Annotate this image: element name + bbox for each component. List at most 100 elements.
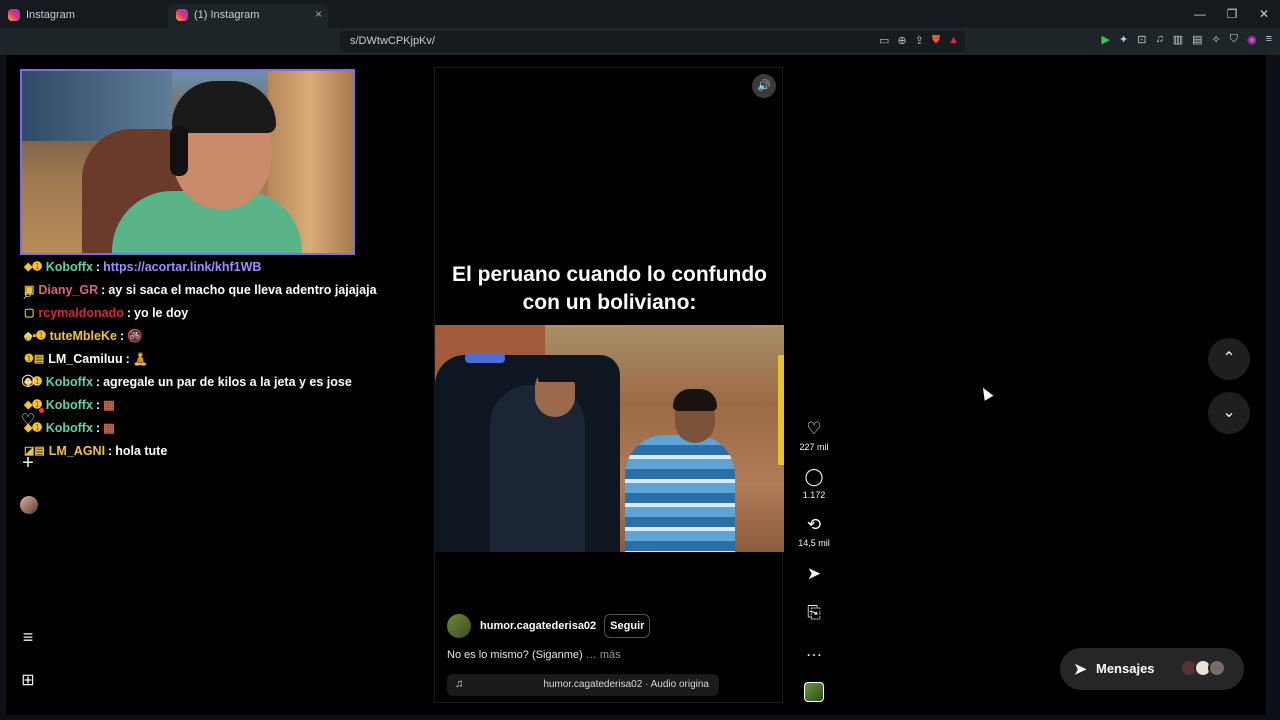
- like-button[interactable]: ♡ 227 mil: [794, 420, 834, 453]
- chat-username: Koboffx: [45, 397, 93, 412]
- reel-player[interactable]: 🔊 El peruano cuando lo confundo con un b…: [434, 67, 784, 703]
- comment-button[interactable]: ◯ 1.172: [794, 467, 834, 501]
- send-icon: ➤: [806, 564, 822, 583]
- messages-label: Mensajes: [1096, 661, 1155, 676]
- tab-close-icon[interactable]: ×: [315, 7, 322, 21]
- author-avatar[interactable]: [447, 614, 471, 638]
- chat-username: LM_AGNI: [48, 443, 106, 458]
- menu-icon[interactable]: ≡: [18, 627, 38, 648]
- chat-username: Koboffx: [45, 420, 93, 435]
- chat-message: ◆▪➊ tuteMbleKe : 🚳: [24, 324, 364, 347]
- chat-message: ◆➊ Koboffx : ▦: [24, 393, 364, 416]
- audio-thumbnail[interactable]: [804, 682, 824, 702]
- url-icons: ▭ ⊕ ⇪ ⛊ ▲: [879, 34, 959, 47]
- author-row: humor.cagatederisa02 Seguir: [447, 613, 772, 639]
- instagram-favicon-icon: [8, 9, 20, 21]
- music-icon[interactable]: ♫: [1155, 33, 1163, 46]
- more-apps-icon[interactable]: ⊞: [18, 670, 38, 690]
- chat-message: ▣ Diany_GR : ay si saca el macho que lle…: [24, 278, 377, 301]
- chat-link[interactable]: https://acortar.link/khf1WB: [103, 257, 261, 277]
- chat-emote: ▦: [103, 397, 115, 412]
- comment-icon: ◯: [804, 467, 824, 486]
- scene-officer: [490, 385, 585, 552]
- sidebar-icon[interactable]: ▥: [1173, 33, 1183, 46]
- chat-emote: ▦: [103, 420, 115, 435]
- chat-username: rcymaldonado: [38, 305, 124, 320]
- scene-yellow-post: [778, 355, 784, 465]
- share-icon[interactable]: ⇪: [915, 34, 924, 47]
- profile-avatar[interactable]: [20, 496, 38, 514]
- cam-person-hair: [172, 81, 276, 133]
- scene-siren-light: [465, 353, 505, 363]
- chat-message: ◪▤ LM_AGNI : hola tute: [24, 439, 364, 462]
- chat-separator: :: [95, 259, 101, 274]
- save-button[interactable]: ⎘: [794, 604, 834, 622]
- address-bar[interactable]: s/DWtwCPKjpKv/ ▭ ⊕ ⇪ ⛊ ▲: [340, 31, 965, 52]
- puzzle-icon[interactable]: ✦: [1119, 33, 1128, 46]
- chat-message: ◆➊ Koboffx : ▦: [24, 416, 364, 439]
- more-link[interactable]: … más: [586, 649, 621, 661]
- chat-username: LM_Camiluu: [48, 351, 123, 366]
- vpn-icon[interactable]: ⛉: [1230, 33, 1238, 46]
- cam-headset: [170, 126, 188, 176]
- window-controls: — ❐ ✕: [1184, 0, 1280, 28]
- scene-officer-cap: [538, 360, 590, 382]
- chat-text: ay si saca el macho que lleva adentro ja…: [108, 282, 377, 297]
- chat-separator: :: [95, 397, 101, 412]
- send-icon: ➤: [1074, 661, 1087, 678]
- close-window-button[interactable]: ✕: [1248, 0, 1280, 28]
- chat-separator: :: [108, 443, 113, 458]
- wallet-icon[interactable]: ▤: [1192, 33, 1202, 46]
- extension-icon[interactable]: ◉: [1247, 33, 1257, 46]
- scene-boy-hair: [673, 389, 717, 411]
- tab-instagram-active[interactable]: (1) Instagram ×: [168, 4, 328, 28]
- rewards-icon[interactable]: ▲: [948, 34, 959, 47]
- chat-username: Koboffx: [45, 374, 93, 389]
- compass-icon[interactable]: ◎: [18, 370, 38, 390]
- reel-overlay-caption: El peruano cuando lo confundo con un bol…: [452, 263, 767, 314]
- chat-separator: :: [95, 420, 101, 435]
- search-icon[interactable]: ○: [18, 329, 38, 347]
- restore-button[interactable]: ❐: [1216, 0, 1248, 28]
- chat-text: yo le doy: [134, 305, 189, 320]
- notification-dot: [39, 408, 44, 413]
- heart-icon[interactable]: ♡: [18, 410, 38, 430]
- chat-text: 🚳: [127, 328, 143, 343]
- minimize-button[interactable]: —: [1184, 0, 1216, 28]
- audio-pill[interactable]: ♫ humor.cagatederisa02 · Audio origina: [447, 674, 719, 696]
- scene-boy-sweater: [625, 435, 735, 552]
- author-name[interactable]: humor.cagatederisa02: [480, 620, 596, 632]
- brave-shield-icon[interactable]: ⛊: [932, 34, 940, 47]
- play-extension-icon[interactable]: ▶: [1102, 33, 1110, 46]
- screenshot-icon[interactable]: ⊡: [1137, 33, 1146, 46]
- chat-text: agregale un par de kilos a la jeta y es …: [103, 374, 352, 389]
- follow-button[interactable]: Seguir: [604, 614, 651, 638]
- like-count: 227 mil: [799, 442, 829, 452]
- reel-video-frame[interactable]: [435, 325, 784, 552]
- chat-message: ▢ rcymaldonado : yo le doy: [24, 301, 364, 324]
- plus-icon[interactable]: +: [18, 452, 38, 475]
- reel-footer: humor.cagatederisa02 Seguir No es lo mis…: [447, 613, 772, 696]
- chat-separator: :: [126, 305, 132, 320]
- menu-icon[interactable]: ≡: [1266, 33, 1272, 46]
- instagram-favicon-icon: [176, 9, 188, 21]
- repost-button[interactable]: ⟲ 14,5 mil: [794, 516, 834, 549]
- next-reel-button[interactable]: ⌄: [1208, 392, 1250, 434]
- url-text: s/DWtwCPKjpKv/: [350, 35, 435, 47]
- tab-instagram[interactable]: Instagram: [0, 4, 165, 28]
- chat-username: Koboffx: [45, 259, 93, 274]
- chat-badges: ◆➊: [24, 260, 42, 273]
- cast-icon[interactable]: ▭: [879, 34, 889, 47]
- browser-chrome: Instagram (1) Instagram × — ❐ ✕ s/DWtwCP…: [0, 0, 1280, 55]
- webcam-overlay: [20, 69, 355, 255]
- explore-icon[interactable]: ⌕: [18, 286, 38, 304]
- share-button[interactable]: ➤: [794, 565, 834, 583]
- sound-icon[interactable]: 🔊: [752, 74, 776, 98]
- more-options-button[interactable]: …: [794, 642, 834, 660]
- leo-icon[interactable]: ✧: [1212, 33, 1221, 46]
- zoom-icon[interactable]: ⊕: [897, 34, 906, 47]
- previous-reel-button[interactable]: ⌃: [1208, 338, 1250, 380]
- instagram-page: ◆➊ Koboffx : https://acortar.link/khf1WB…: [6, 55, 1266, 715]
- scrollbar[interactable]: [1266, 55, 1280, 720]
- messages-button[interactable]: ➤ Mensajes: [1060, 648, 1244, 690]
